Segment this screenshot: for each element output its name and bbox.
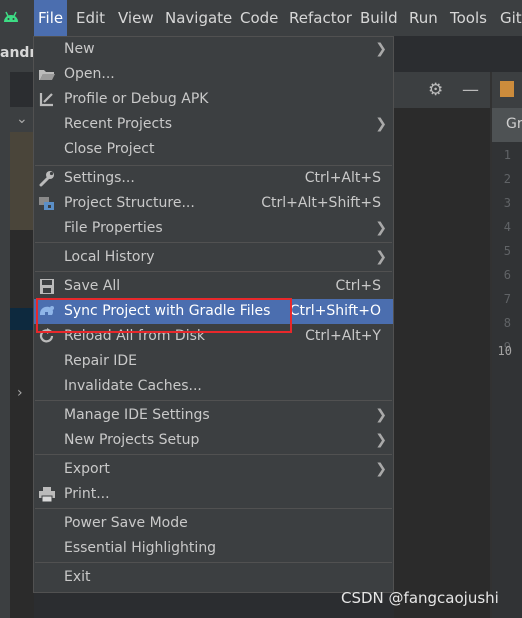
menu-item-label: Project Structure... [64,195,195,211]
submenu-arrow-icon: ❯ [375,461,387,477]
menu-item-project-structure[interactable]: Project Structure... Ctrl+Alt+Shift+S [34,191,393,216]
menu-item-shortcut: Ctrl+Alt+Y [305,328,381,344]
line-number-current: 10 [497,344,512,358]
menu-item-label: Save All [64,278,121,294]
menu-refactor[interactable]: Refactor [285,0,356,36]
menu-item-shortcut: Ctrl+Shift+O [289,303,381,319]
line-number: 5 [503,244,511,258]
menu-separator [35,400,392,401]
menu-item-label: Close Project [64,141,155,157]
main-menu-bar: File Edit View Navigate Code Refactor Bu… [0,0,522,36]
menu-item-label: File Properties [64,220,163,236]
menu-item-label: Print... [64,486,110,502]
menu-item-label: Local History [64,249,155,265]
menu-item-label: Export [64,461,110,477]
print-icon [39,487,55,503]
submenu-arrow-icon: ❯ [375,220,387,236]
submenu-arrow-icon: ❯ [375,249,387,265]
menu-item-export[interactable]: Export ❯ [34,457,393,482]
menu-navigate[interactable]: Navigate [161,0,236,36]
menu-separator [35,242,392,243]
menu-item-new-projects-setup[interactable]: New Projects Setup ❯ [34,428,393,453]
menu-item-label: Essential Highlighting [64,540,217,556]
chevron-right-icon[interactable]: › [17,385,23,401]
menu-separator [35,508,392,509]
line-number: 6 [503,268,511,282]
menu-item-essential-highlighting[interactable]: Essential Highlighting [34,536,393,561]
gear-icon[interactable]: ⚙ [428,80,443,100]
menu-item-label: Invalidate Caches... [64,378,202,394]
submenu-arrow-icon: ❯ [375,407,387,423]
project-name: andr [0,45,37,61]
menu-item-label: Profile or Debug APK [64,91,209,107]
project-structure-icon [39,197,54,210]
chevron-down-icon[interactable]: ⌄ [16,111,28,127]
line-number: 1 [503,148,511,162]
gradle-file-icon [500,81,514,97]
menu-item-new[interactable]: New ❯ [34,37,393,62]
menu-item-shortcut: Ctrl+S [335,278,381,294]
menu-item-power-save-mode[interactable]: Power Save Mode [34,511,393,536]
save-icon [40,279,54,294]
menu-separator [35,271,392,272]
profile-apk-icon [39,93,53,107]
android-logo-icon [4,11,18,22]
menu-item-exit[interactable]: Exit [34,565,393,590]
line-number: 8 [503,316,511,330]
menu-item-manage-ide-settings[interactable]: Manage IDE Settings ❯ [34,403,393,428]
project-breadcrumb: andr [0,36,36,72]
submenu-arrow-icon: ❯ [375,116,387,132]
menu-file[interactable]: File [34,0,68,36]
menu-separator [35,454,392,455]
menu-run[interactable]: Run [405,0,442,36]
left-tool-strip [0,72,10,618]
menu-item-label: Recent Projects [64,116,173,132]
menu-item-print[interactable]: Print... [34,482,393,507]
submenu-arrow-icon: ❯ [375,432,387,448]
menu-item-label: New Projects Setup [64,432,200,448]
project-tree-selection [10,308,34,330]
menu-item-repair-ide[interactable]: Repair IDE [34,349,393,374]
editor-tab-label: Gr [506,116,522,132]
menu-git[interactable]: Git [496,0,522,36]
submenu-arrow-icon: ❯ [375,41,387,57]
menu-item-recent-projects[interactable]: Recent Projects ❯ [34,112,393,137]
menu-build[interactable]: Build [356,0,402,36]
menu-view[interactable]: View [114,0,158,36]
menu-item-open[interactable]: Open... [34,62,393,87]
highlight-annotation-box [36,298,292,333]
menu-item-shortcut: Ctrl+Alt+S [304,170,381,186]
line-number-gutter: 1 2 3 4 5 6 7 8 9 10 [492,142,522,618]
editor-tab[interactable]: Gr [492,108,522,142]
menu-item-label: Power Save Mode [64,515,188,531]
wrench-icon [39,171,54,187]
menu-item-settings[interactable]: Settings... Ctrl+Alt+S [34,166,393,191]
menu-item-invalidate-caches[interactable]: Invalidate Caches... [34,374,393,399]
menu-item-label: Exit [64,569,91,585]
editor-tab-icon-strip [492,72,522,108]
menu-item-label: Manage IDE Settings [64,407,210,423]
menu-item-label: New [64,41,95,57]
menu-item-shortcut: Ctrl+Alt+Shift+S [261,195,381,211]
minimize-icon[interactable]: — [462,80,479,100]
menu-tools[interactable]: Tools [446,0,491,36]
line-number: 2 [503,172,511,186]
watermark: CSDN @fangcaojushi [341,589,499,607]
menu-item-file-properties[interactable]: File Properties ❯ [34,216,393,241]
project-panel-banner [10,132,34,230]
menu-item-label: Repair IDE [64,353,138,369]
menu-item-profile-debug-apk[interactable]: Profile or Debug APK [34,87,393,112]
menu-item-close-project[interactable]: Close Project [34,137,393,162]
menu-item-label: Settings... [64,170,135,186]
menu-item-label: Open... [64,66,115,82]
menu-item-local-history[interactable]: Local History ❯ [34,245,393,270]
menu-edit[interactable]: Edit [72,0,109,36]
line-number: 4 [503,220,511,234]
menu-item-save-all[interactable]: Save All Ctrl+S [34,274,393,299]
folder-open-icon [39,70,55,80]
menu-code[interactable]: Code [236,0,282,36]
menu-separator [35,562,392,563]
line-number: 3 [503,196,511,210]
line-number: 7 [503,292,511,306]
